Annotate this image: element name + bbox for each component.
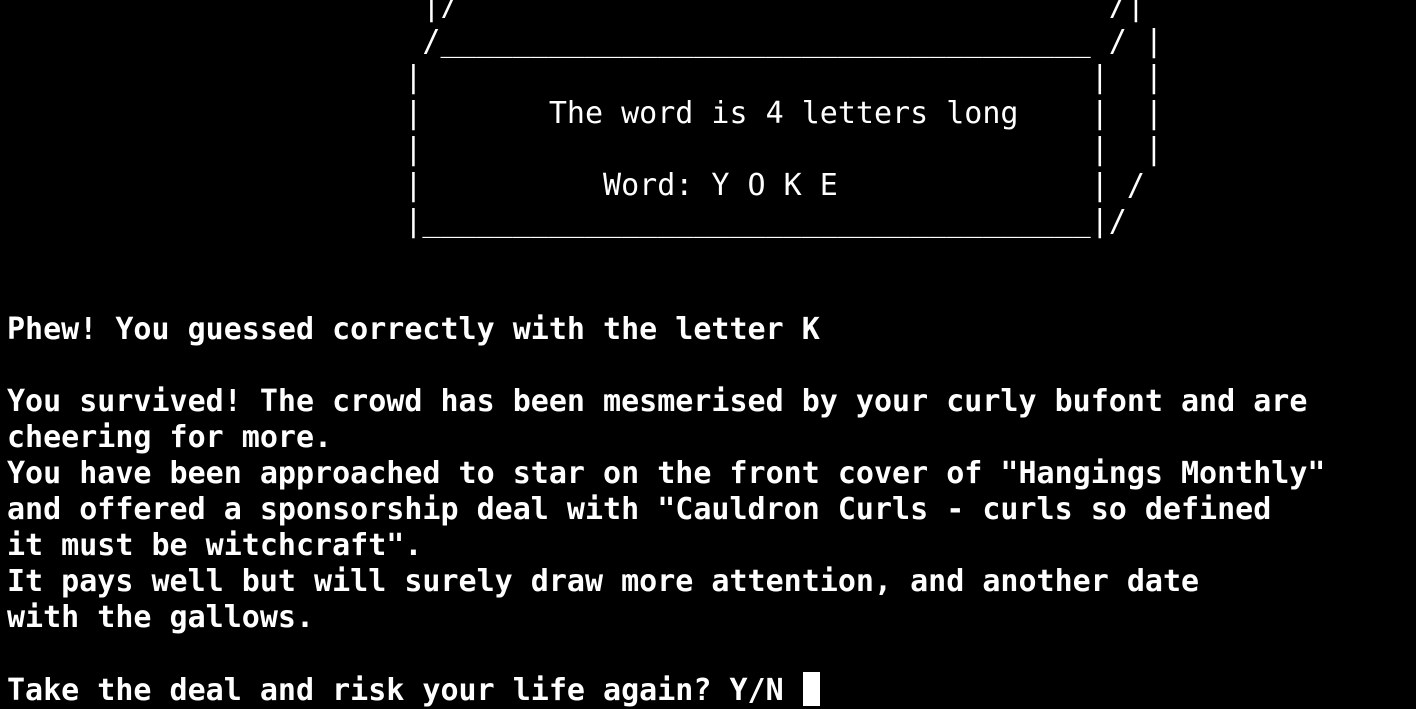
story-text-line: it must be witchcraft". (7, 528, 423, 563)
input-prompt-line[interactable]: Take the deal and risk your life again? … (7, 672, 820, 708)
word-length-line: | The word is 4 letters long | | (7, 96, 1163, 131)
input-prompt-text: Take the deal and risk your life again? … (7, 673, 802, 708)
gallows-art-line: | | | (7, 132, 1163, 167)
word-display-line: | Word: Y O K E | / (7, 168, 1145, 203)
story-text-line: You survived! The crowd has been mesmeri… (7, 384, 1308, 419)
gallows-art-line: |_____________________________________|/ (7, 204, 1127, 239)
terminal-window[interactable]: |/ /| /_________________________________… (0, 0, 1416, 708)
story-text-line: It pays well but will surely draw more a… (7, 564, 1200, 599)
guess-result-message: Phew! You guessed correctly with the let… (7, 312, 820, 347)
text-cursor[interactable] (802, 672, 820, 706)
story-text-line: cheering for more. (7, 420, 333, 455)
gallows-art-line: | | | (7, 60, 1163, 95)
gallows-art-line: |/ /| (7, 0, 1145, 23)
gallows-art-line: /____________________________________ / … (7, 24, 1163, 59)
story-text-line: and offered a sponsorship deal with "Cau… (7, 492, 1272, 527)
story-text-line: You have been approached to star on the … (7, 456, 1326, 491)
story-text-line: with the gallows. (7, 600, 315, 635)
